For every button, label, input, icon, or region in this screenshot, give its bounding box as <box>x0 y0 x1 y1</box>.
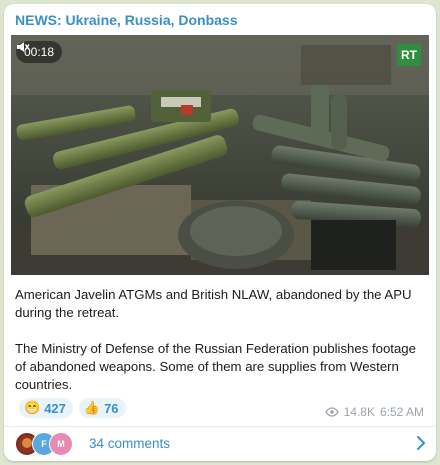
view-count: 14.8K <box>343 405 375 419</box>
video-frame <box>11 35 429 275</box>
reaction-grin-button[interactable]: 😁 427 <box>19 398 73 418</box>
post-caption: American Javelin ATGMs and British NLAW,… <box>15 286 427 394</box>
chevron-right-icon <box>417 436 425 450</box>
thumbs-up-emoji-icon: 👍 <box>83 400 101 415</box>
caption-paragraph: The Ministry of Defense of the Russian F… <box>15 341 416 392</box>
video-timer: 00:18 <box>16 41 63 63</box>
post-meta: 14.8K 6:52 AM <box>324 405 424 419</box>
post-time: 6:52 AM <box>379 405 424 419</box>
eye-icon <box>324 407 339 417</box>
grin-emoji-icon: 😁 <box>24 400 41 415</box>
rt-watermark-logo: RT <box>397 44 421 66</box>
reaction-count: 427 <box>44 400 66 416</box>
commenter-avatars: F M <box>15 432 85 456</box>
reaction-count: 76 <box>104 400 119 416</box>
comments-button[interactable]: F M 34 comments <box>4 427 436 461</box>
caption-paragraph: American Javelin ATGMs and British NLAW,… <box>15 287 412 320</box>
comments-count-label: 34 comments <box>89 436 171 451</box>
avatar: M <box>49 432 73 456</box>
reactions-bar: 😁 427 👍 76 <box>19 398 126 418</box>
channel-name-link[interactable]: NEWS: Ukraine, Russia, Donbass <box>15 12 238 28</box>
reaction-thumbs-up-button[interactable]: 👍 76 <box>78 398 126 418</box>
channel-post-card: NEWS: Ukraine, Russia, Donbass 00:18 RT … <box>4 4 436 461</box>
speaker-muted-icon[interactable] <box>16 41 30 53</box>
video-player[interactable]: 00:18 RT <box>11 35 429 275</box>
